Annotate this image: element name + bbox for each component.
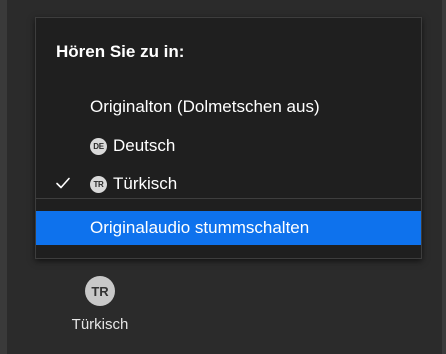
mute-original-audio-item[interactable]: Originalaudio stummschalten [36, 211, 421, 245]
listen-in-menu: Hören Sie zu in: Originalton (Dolmetsche… [35, 17, 422, 259]
language-button-label: Türkisch [71, 316, 129, 333]
menu-item-label-wrap: Originalaudio stummschalten [90, 218, 309, 238]
menu-item-label: Originalton (Dolmetschen aus) [90, 97, 320, 116]
mute-original-audio-label: Originalaudio stummschalten [90, 218, 310, 237]
menu-item-label: Türkisch [113, 174, 178, 193]
menu-item-deutsch[interactable]: DE Deutsch [36, 129, 421, 163]
window-edge-left [0, 0, 7, 354]
language-badge-icon: TR [85, 276, 115, 306]
menu-item-label: Deutsch [113, 136, 176, 155]
menu-divider [36, 198, 421, 199]
interpretation-language-button[interactable]: TR Türkisch [60, 272, 140, 333]
menu-title: Hören Sie zu in: [56, 42, 185, 61]
menu-item-tuerkisch[interactable]: TR Türkisch [36, 167, 421, 201]
menu-item-label-wrap: Originalton (Dolmetschen aus) [90, 97, 320, 117]
window-edge-right [442, 0, 446, 354]
checkmark-icon [56, 177, 70, 189]
interpretation-screen: Hören Sie zu in: Originalton (Dolmetsche… [0, 0, 446, 354]
menu-item-label-wrap: DE Deutsch [90, 136, 175, 156]
language-badge-icon: DE [90, 137, 107, 155]
menu-item-label-wrap: TR Türkisch [90, 174, 177, 194]
menu-item-original-audio[interactable]: Originalton (Dolmetschen aus) [36, 90, 421, 124]
language-badge-icon: TR [90, 175, 107, 193]
